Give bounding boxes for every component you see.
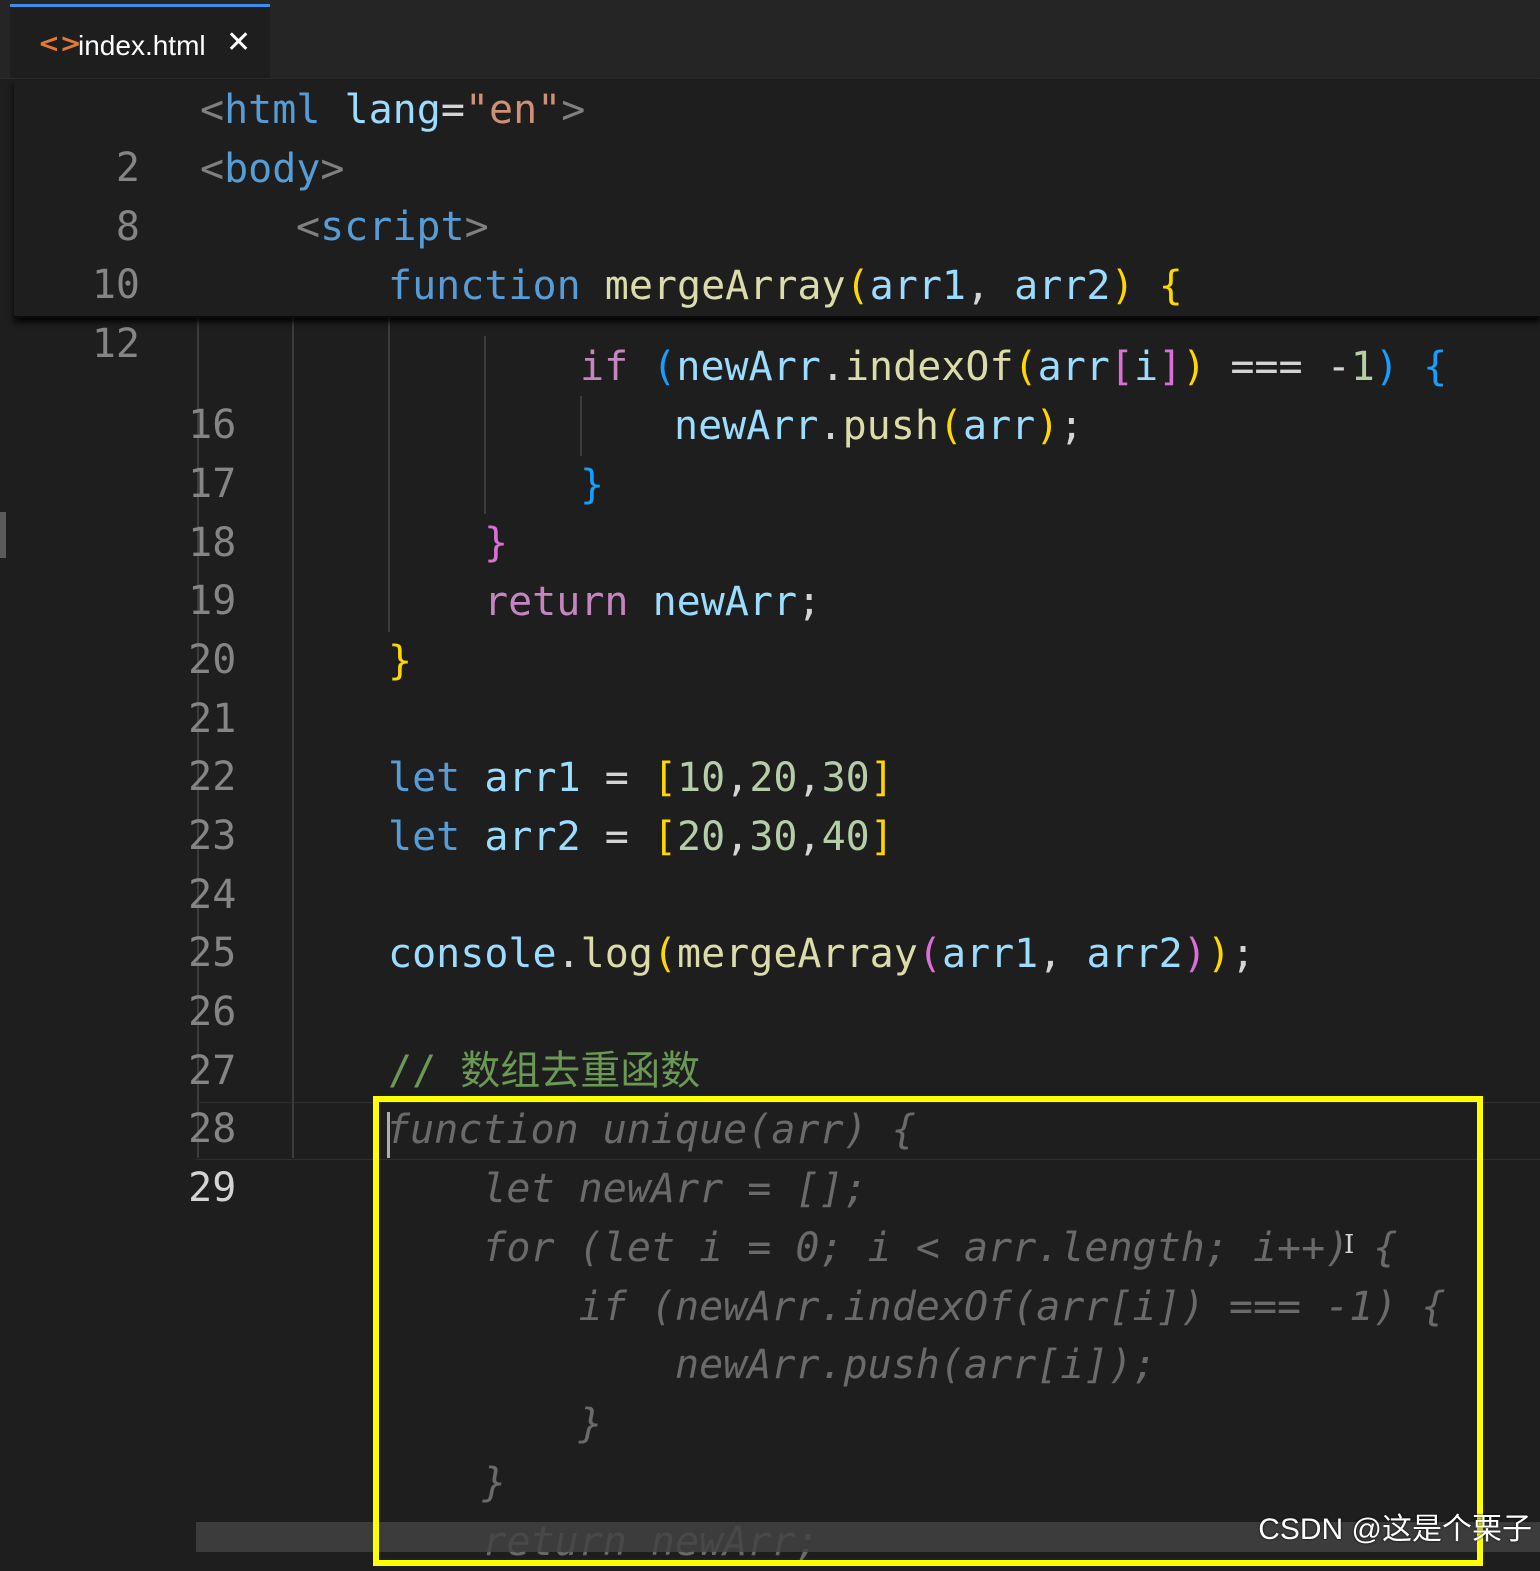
close-icon[interactable]: ✕ (226, 25, 251, 61)
sticky-line: 10 <script> (14, 198, 489, 308)
watermark: CSDN @这是个栗子 (1258, 1513, 1532, 1546)
sticky-line: 12 function mergeArray(arr1, arr2) { (14, 257, 1183, 367)
line-number: 22 (188, 754, 237, 800)
indent-guide (292, 316, 294, 1158)
sticky-line: 2 <html lang="en"> (14, 81, 585, 191)
line-number: 12 (91, 321, 140, 367)
tab-title: index.html (78, 30, 206, 61)
code-line: 26 console.log(mergeArray(arr1, arr2)); (0, 925, 1255, 1035)
line-number: 17 (188, 461, 237, 507)
line-number: 16 (188, 402, 237, 448)
code-line: 28 // 数组去重函数 (0, 1042, 700, 1152)
line-number: 23 (188, 813, 237, 859)
code-comment: // 数组去重函数 (388, 1048, 701, 1094)
code-line-current: 29 (0, 1101, 236, 1211)
line-number: 25 (188, 930, 237, 976)
code-line: 16 if (newArr.indexOf(arr[i]) === -1) { (0, 338, 1540, 448)
code-line: 22 (0, 690, 236, 800)
line-number: 18 (188, 520, 237, 566)
code-line: 20 return newArr; (0, 573, 821, 683)
line-number: 26 (188, 989, 237, 1035)
code-line: 25 (0, 866, 236, 976)
line-number: 20 (188, 637, 237, 683)
sticky-scroll-header[interactable]: 2 <html lang="en"> 8 <body> 10 <script> … (14, 80, 1540, 367)
html-file-icon: <> (38, 29, 82, 59)
line-number: 24 (188, 872, 237, 918)
code-line: 21 } (0, 632, 412, 742)
text-cursor (387, 1112, 390, 1158)
line-number: 27 (188, 1048, 237, 1094)
editor-tab-bar: <> index.html ✕ (0, 0, 1540, 79)
line-number: 19 (188, 578, 237, 624)
code-line: 23 let arr1 = [10,20,30] (0, 749, 894, 859)
indent-guide (580, 396, 582, 456)
sticky-line: 8 <body> (14, 140, 345, 250)
tab-index-html[interactable]: <> index.html ✕ (10, 4, 270, 78)
code-line: 24 let arr2 = [20,30,40] (0, 808, 894, 918)
line-number: 28 (188, 1106, 237, 1152)
code-line: 19 } (0, 514, 508, 624)
highlight-box (373, 1096, 1483, 1566)
line-number: 29 (188, 1165, 237, 1211)
code-line: 27 (0, 984, 236, 1094)
mouse-ibeam-icon: I (1344, 1230, 1355, 1260)
line-number: 21 (188, 696, 237, 742)
